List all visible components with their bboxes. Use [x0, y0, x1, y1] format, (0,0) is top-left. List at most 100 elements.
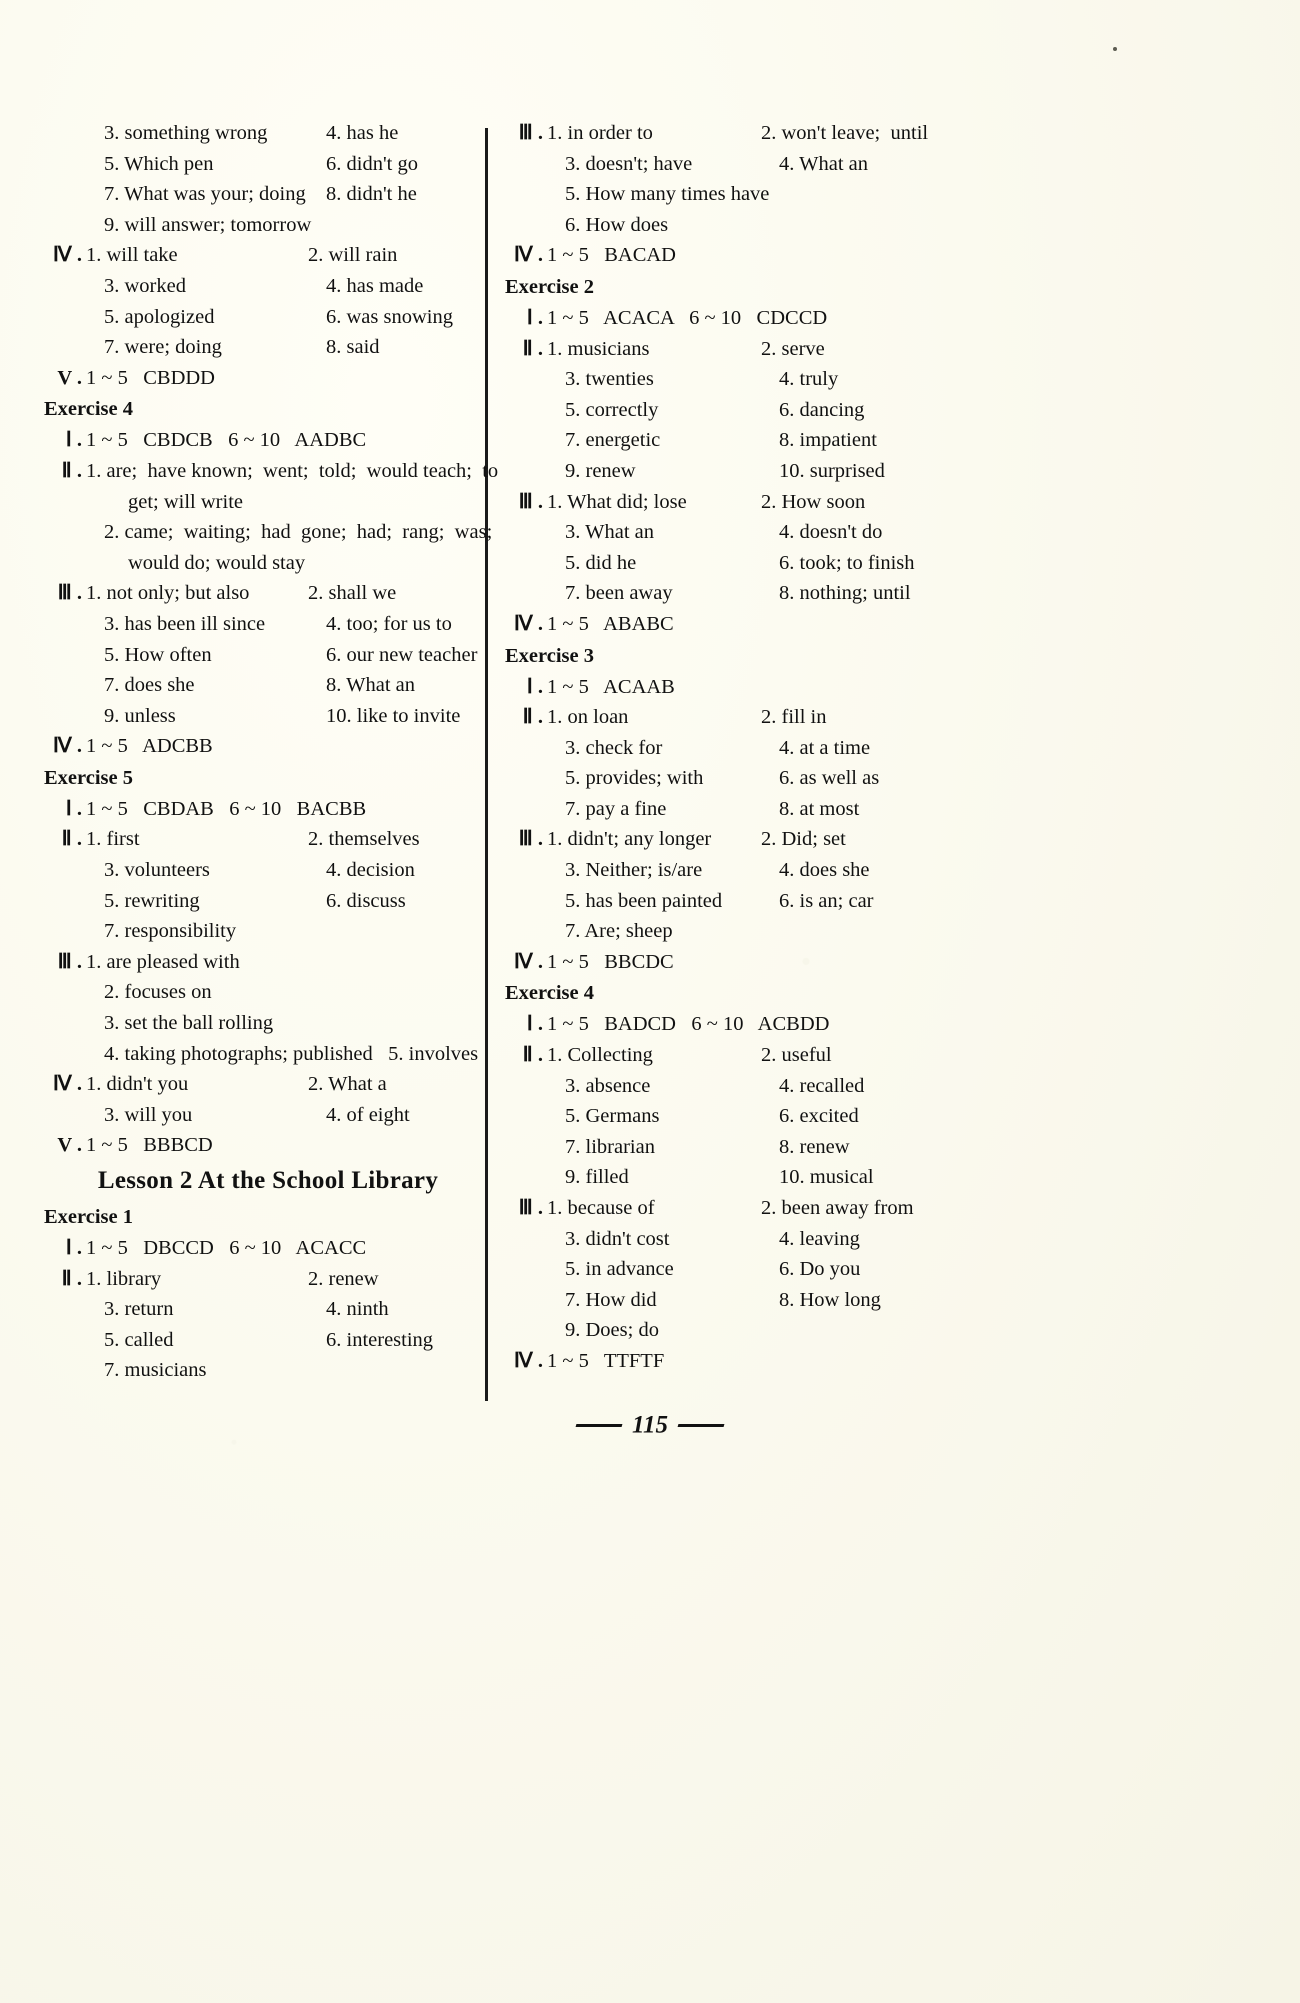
- answer-text-primary: 9. will answer; tomorrow: [104, 213, 312, 236]
- answer-line: 5. Germans 6. excited: [505, 1101, 925, 1132]
- exercise-heading-label: Exercise 2: [505, 275, 594, 298]
- answer-text-secondary: 4. decision: [326, 859, 415, 882]
- answer-text-secondary: 4. What an: [779, 152, 868, 175]
- answer-line: Ⅳ .1 ~ 5 BBCDC: [505, 947, 925, 978]
- answer-line: 3. something wrong 4. has he: [44, 118, 474, 149]
- roman-numeral-label: Ⅰ .: [526, 306, 543, 329]
- roman-numeral-label: Ⅱ .: [61, 459, 82, 482]
- answer-text-primary: 7. musicians: [104, 1359, 207, 1382]
- answer-text-secondary: 2. serve: [761, 337, 825, 360]
- answer-line: V .1 ~ 5 BBBCD: [44, 1130, 474, 1161]
- answer-text-primary: 3. volunteers: [104, 859, 210, 882]
- answer-line: 3. twenties 4. truly: [505, 364, 925, 395]
- answer-line: Ⅲ . 1. are pleased with: [44, 947, 474, 978]
- answer-text-secondary: 8. How long: [779, 1288, 881, 1311]
- answer-text-secondary: 6. interesting: [326, 1328, 434, 1351]
- answer-text-primary: 6. How does: [565, 213, 669, 236]
- answer-text-primary: 3. absence: [565, 1074, 651, 1097]
- roman-numeral-label: Ⅰ .: [65, 429, 82, 452]
- answer-line: Ⅳ .1 ~ 5 TTFTF: [505, 1346, 925, 1377]
- answer-text-primary: 7. librarian: [565, 1135, 655, 1158]
- answer-text-secondary: 2. What a: [308, 1073, 387, 1096]
- answer-text-secondary: 8. at most: [779, 797, 860, 820]
- answer-line: Ⅳ .1 ~ 5 ADCBB: [44, 731, 474, 762]
- answer-text-primary: 1. not only; but also: [86, 582, 250, 605]
- answer-text-primary: 5. provides; with: [565, 767, 704, 790]
- answer-text-primary: 1. because of: [547, 1197, 655, 1219]
- answer-text-primary: 1 ~ 5 CBDDD: [86, 366, 215, 389]
- answer-text-secondary: 10. like to invite: [326, 704, 461, 727]
- answer-line: Ⅱ . 1. Collecting 2. useful: [505, 1040, 925, 1071]
- right-answer-column: Ⅲ . 1. in order to 2. won't leave; until 3.…: [505, 118, 928, 1377]
- answer-text-primary: 1 ~ 5 ACACA 6 ~ 10 CDCCD: [547, 306, 828, 329]
- answer-line: Ⅱ . 1. first 2. themselves: [44, 824, 474, 855]
- answer-text-primary: 1. library: [86, 1267, 162, 1290]
- answer-text-secondary: 4. at a time: [779, 736, 871, 759]
- answer-text-secondary: 4. has made: [326, 274, 424, 297]
- answer-text-primary: 1. didn't; any longer: [547, 828, 712, 851]
- answer-line: would do; would stay: [44, 548, 474, 579]
- answer-line: Ⅲ . 1. in order to 2. won't leave; until: [505, 118, 928, 149]
- answer-text-secondary: 8. impatient: [779, 429, 877, 452]
- exercise-heading: Exercise 2: [505, 271, 925, 303]
- answer-line: 9. Does; do: [505, 1315, 925, 1346]
- answer-text-primary: 3. check for: [565, 736, 663, 759]
- answer-line: Ⅳ . 1. will take 2. will rain: [44, 240, 474, 271]
- roman-numeral-label: Ⅱ .: [522, 706, 543, 729]
- answer-text-secondary: 6. was snowing: [326, 305, 453, 328]
- answer-text-primary: 3. something wrong: [104, 122, 268, 144]
- answer-line: 3. absence 4. recalled: [505, 1071, 925, 1102]
- answer-key-body: 3. something wrong 4. has he 5. Which pen 6…: [0, 0, 1300, 2003]
- answer-text-primary: 9. unless: [104, 704, 176, 727]
- exercise-heading: Exercise 3: [505, 640, 925, 672]
- answer-text-primary: 5. called: [104, 1328, 174, 1351]
- answer-text-primary: 9. renew: [565, 459, 636, 482]
- answer-text-primary: 1. are pleased with: [86, 950, 240, 973]
- answer-line: Ⅰ .1 ~ 5 ACACA 6 ~ 10 CDCCD: [505, 303, 925, 334]
- answer-text-secondary: 8. renew: [779, 1135, 850, 1158]
- answer-line: 3. check for 4. at a time: [505, 733, 925, 764]
- answer-text-primary: 3. worked: [104, 274, 186, 297]
- answer-text-secondary: 2. shall we: [308, 582, 397, 605]
- answer-text-primary: 7. responsibility: [104, 920, 237, 943]
- answer-text-secondary: 10. surprised: [779, 459, 885, 482]
- answer-text-primary: 1. first: [86, 828, 140, 851]
- answer-line: 3. has been ill since 4. too; for us to: [44, 609, 474, 640]
- answer-text-primary: 7. pay a fine: [565, 797, 667, 820]
- roman-numeral-label: V .: [57, 1134, 82, 1157]
- answer-text-primary: 3. didn't cost: [565, 1227, 670, 1250]
- answer-text-secondary: 6. took; to finish: [779, 551, 915, 574]
- answer-text-secondary: 8. said: [326, 336, 380, 359]
- answer-text-primary: 1. musicians: [547, 337, 650, 360]
- answer-line: 7. musicians: [44, 1355, 474, 1386]
- roman-numeral-label: Ⅳ .: [513, 612, 543, 635]
- answer-text-secondary: 6. dancing: [779, 398, 865, 421]
- answer-text-secondary: 10. musical: [779, 1166, 874, 1189]
- answer-line: Ⅲ . 1. not only; but also 2. shall we: [44, 578, 474, 609]
- answer-text-secondary: 4. too; for us to: [326, 612, 452, 635]
- answer-line: Ⅰ .1 ~ 5 CBDCB 6 ~ 10 AADBC: [44, 425, 474, 456]
- answer-line: 3. What an 4. doesn't do: [505, 517, 925, 548]
- answer-text-primary: 7. does she: [104, 674, 195, 697]
- answer-text-secondary: 4. recalled: [779, 1074, 865, 1097]
- answer-text-primary: 5. Which pen: [104, 152, 214, 175]
- lesson-title: Lesson 2 At the School Library: [44, 1161, 474, 1201]
- footer-rule-right: [677, 1423, 725, 1427]
- answer-text-primary: 5. apologized: [104, 305, 215, 328]
- answer-line: 7. were; doing 8. said: [44, 332, 474, 363]
- roman-numeral-label: Ⅲ .: [57, 582, 82, 605]
- answer-line: 6. How does: [505, 210, 925, 241]
- answer-line: 3. doesn't; have 4. What an: [505, 149, 925, 180]
- roman-numeral-label: Ⅰ .: [65, 1237, 82, 1259]
- answer-text-secondary: 8. didn't he: [326, 183, 417, 206]
- answer-line: 7. librarian 8. renew: [505, 1132, 925, 1163]
- answer-line: 3. worked 4. has made: [44, 271, 474, 302]
- answer-text-primary: 3. Neither; is/are: [565, 859, 703, 882]
- answer-text-primary: 5. has been painted: [565, 889, 723, 912]
- answer-line: Ⅰ .1 ~ 5 CBDAB 6 ~ 10 BACBB: [44, 794, 474, 825]
- roman-numeral-label: Ⅲ .: [518, 122, 543, 144]
- left-answer-column: 3. something wrong 4. has he 5. Which pen 6…: [44, 118, 498, 1386]
- answer-line: Ⅰ .1 ~ 5 BADCD 6 ~ 10 ACBDD: [505, 1009, 925, 1040]
- answer-text-secondary: 4. leaving: [779, 1227, 860, 1250]
- roman-numeral-label: Ⅳ .: [52, 1073, 82, 1096]
